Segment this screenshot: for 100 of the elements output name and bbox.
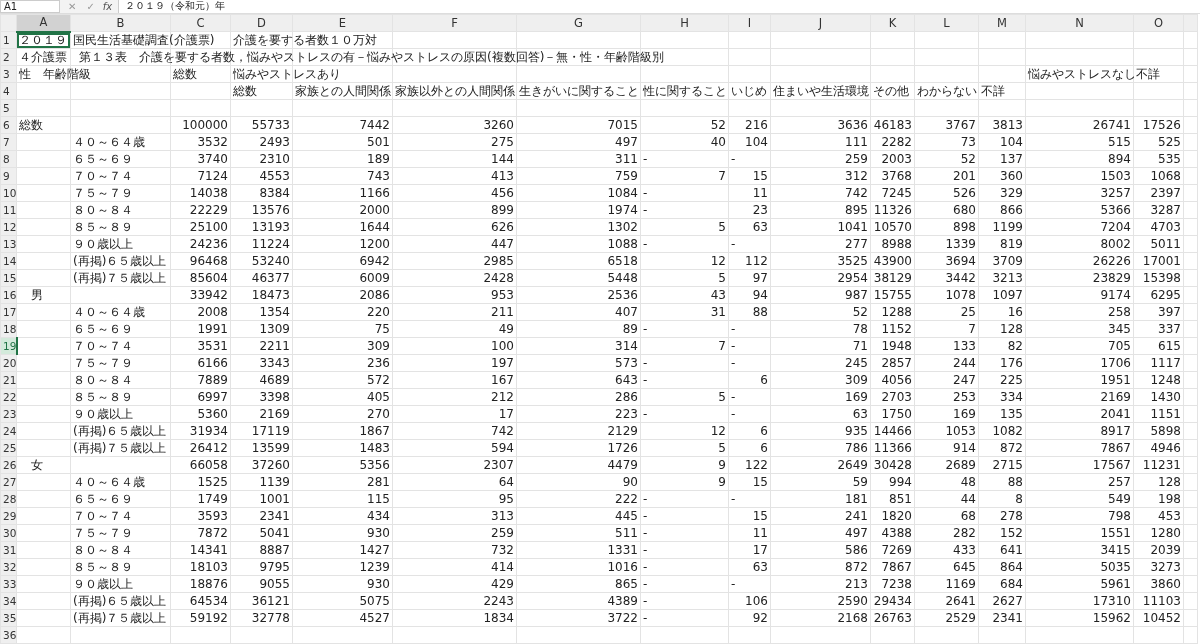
column-header[interactable]: B <box>116 15 125 30</box>
table-cell: 5356 <box>359 457 390 472</box>
table-cell: 104 <box>745 134 768 149</box>
column-header[interactable]: L <box>943 15 950 30</box>
table-cell: 95 <box>498 491 514 506</box>
table-cell: 7204 <box>1100 219 1131 234</box>
table-cell: - <box>643 151 648 166</box>
table-cell: 2954 <box>837 270 868 285</box>
table-cell: 137 <box>1000 151 1023 166</box>
table-cell: 2715 <box>992 457 1023 472</box>
table-cell: 3593 <box>197 508 228 523</box>
column-header[interactable]: F <box>451 15 458 30</box>
table-cell: 407 <box>615 304 638 319</box>
table-cell: 786 <box>845 440 868 455</box>
table-cell: 3442 <box>945 270 976 285</box>
table-cell: 18876 <box>189 576 228 591</box>
table-cell: 586 <box>845 542 868 557</box>
column-header[interactable]: A <box>39 15 48 30</box>
table-cell: 247 <box>953 372 976 387</box>
column-header[interactable]: E <box>338 15 347 30</box>
table-cell: 4703 <box>1150 219 1181 234</box>
table-cell: 434 <box>367 508 390 523</box>
table-cell: 3273 <box>1150 559 1181 574</box>
table-cell: 953 <box>491 287 514 302</box>
row-label: 総数 <box>19 117 43 132</box>
column-header[interactable]: I <box>747 15 752 30</box>
cell-text: 性に関すること <box>643 83 727 98</box>
column-header[interactable]: M <box>997 15 1007 30</box>
table-cell: 52 <box>852 304 868 319</box>
row-label: ７５～７９ <box>73 525 133 540</box>
table-cell: 445 <box>615 508 638 523</box>
column-header[interactable]: D <box>257 15 266 30</box>
column-header[interactable]: H <box>680 15 689 30</box>
function-button[interactable]: fx <box>102 0 113 13</box>
table-cell: 23 <box>752 202 768 217</box>
table-cell: 135 <box>1000 406 1023 421</box>
table-cell: 111 <box>845 134 868 149</box>
table-cell: 1151 <box>1150 406 1181 421</box>
table-cell: 258 <box>1108 304 1131 319</box>
table-cell: 1867 <box>359 423 390 438</box>
table-cell: 236 <box>367 355 390 370</box>
table-cell: 1078 <box>945 287 976 302</box>
cell-text: 総数 <box>173 66 197 81</box>
table-cell: 2041 <box>1100 406 1131 421</box>
table-cell: 930 <box>367 576 390 591</box>
table-cell: 1309 <box>259 321 290 336</box>
table-cell: 1169 <box>945 576 976 591</box>
table-cell: 40 <box>710 134 726 149</box>
table-cell: 851 <box>889 491 912 506</box>
table-cell: 732 <box>491 542 514 557</box>
row-label: ８０～８４ <box>73 202 133 217</box>
table-cell: 6295 <box>1150 287 1181 302</box>
table-cell: 447 <box>491 236 514 251</box>
table-cell: 987 <box>845 287 868 302</box>
table-cell: 18473 <box>251 287 290 302</box>
table-cell: 5011 <box>1150 236 1181 251</box>
table-cell: 2341 <box>992 610 1023 625</box>
column-header[interactable]: K <box>888 15 897 30</box>
table-cell: 7269 <box>881 542 912 557</box>
table-cell: - <box>643 406 648 421</box>
table-cell: 63 <box>752 559 768 574</box>
column-header[interactable]: O <box>1153 15 1164 30</box>
table-cell: 1551 <box>1100 525 1131 540</box>
formula-field[interactable]: ２０１９（令和元）年 <box>118 0 1200 13</box>
table-cell: - <box>731 491 736 506</box>
table-cell: 456 <box>491 185 514 200</box>
table-cell: - <box>643 355 648 370</box>
cell-text: 介護を要する者数１０万対 <box>233 32 377 47</box>
table-cell: 405 <box>367 389 390 404</box>
table-cell: 11224 <box>251 236 290 251</box>
table-cell: 7245 <box>881 185 912 200</box>
table-cell: - <box>643 559 648 574</box>
table-cell: 30428 <box>873 457 912 472</box>
table-cell: - <box>731 321 736 336</box>
table-cell: 1139 <box>259 474 290 489</box>
table-cell: 17567 <box>1092 457 1131 472</box>
table-cell: 115 <box>367 491 390 506</box>
table-cell: 222 <box>615 491 638 506</box>
table-cell: 31 <box>710 304 726 319</box>
table-cell: 5366 <box>1100 202 1131 217</box>
cell-text: 家族以外との人間関係 <box>395 83 515 98</box>
column-header[interactable]: J <box>818 15 823 30</box>
table-cell: 526 <box>953 185 976 200</box>
table-cell: 1339 <box>945 236 976 251</box>
table-cell: 89 <box>622 321 638 336</box>
column-header[interactable]: N <box>1075 15 1084 30</box>
table-cell: 46183 <box>873 117 912 132</box>
name-box[interactable]: A1 <box>0 0 60 13</box>
column-header[interactable]: C <box>196 15 205 30</box>
table-cell: 2493 <box>259 134 290 149</box>
table-cell: 259 <box>845 151 868 166</box>
column-header[interactable]: G <box>574 15 583 30</box>
table-cell: 1053 <box>945 423 976 438</box>
table-cell: 7124 <box>197 168 228 183</box>
table-cell: 3767 <box>945 117 976 132</box>
row-label: ８５～８９ <box>73 219 133 234</box>
table-cell: 7889 <box>197 372 228 387</box>
table-cell: 26741 <box>1092 117 1131 132</box>
table-cell: 275 <box>491 134 514 149</box>
table-cell: 1427 <box>359 542 390 557</box>
